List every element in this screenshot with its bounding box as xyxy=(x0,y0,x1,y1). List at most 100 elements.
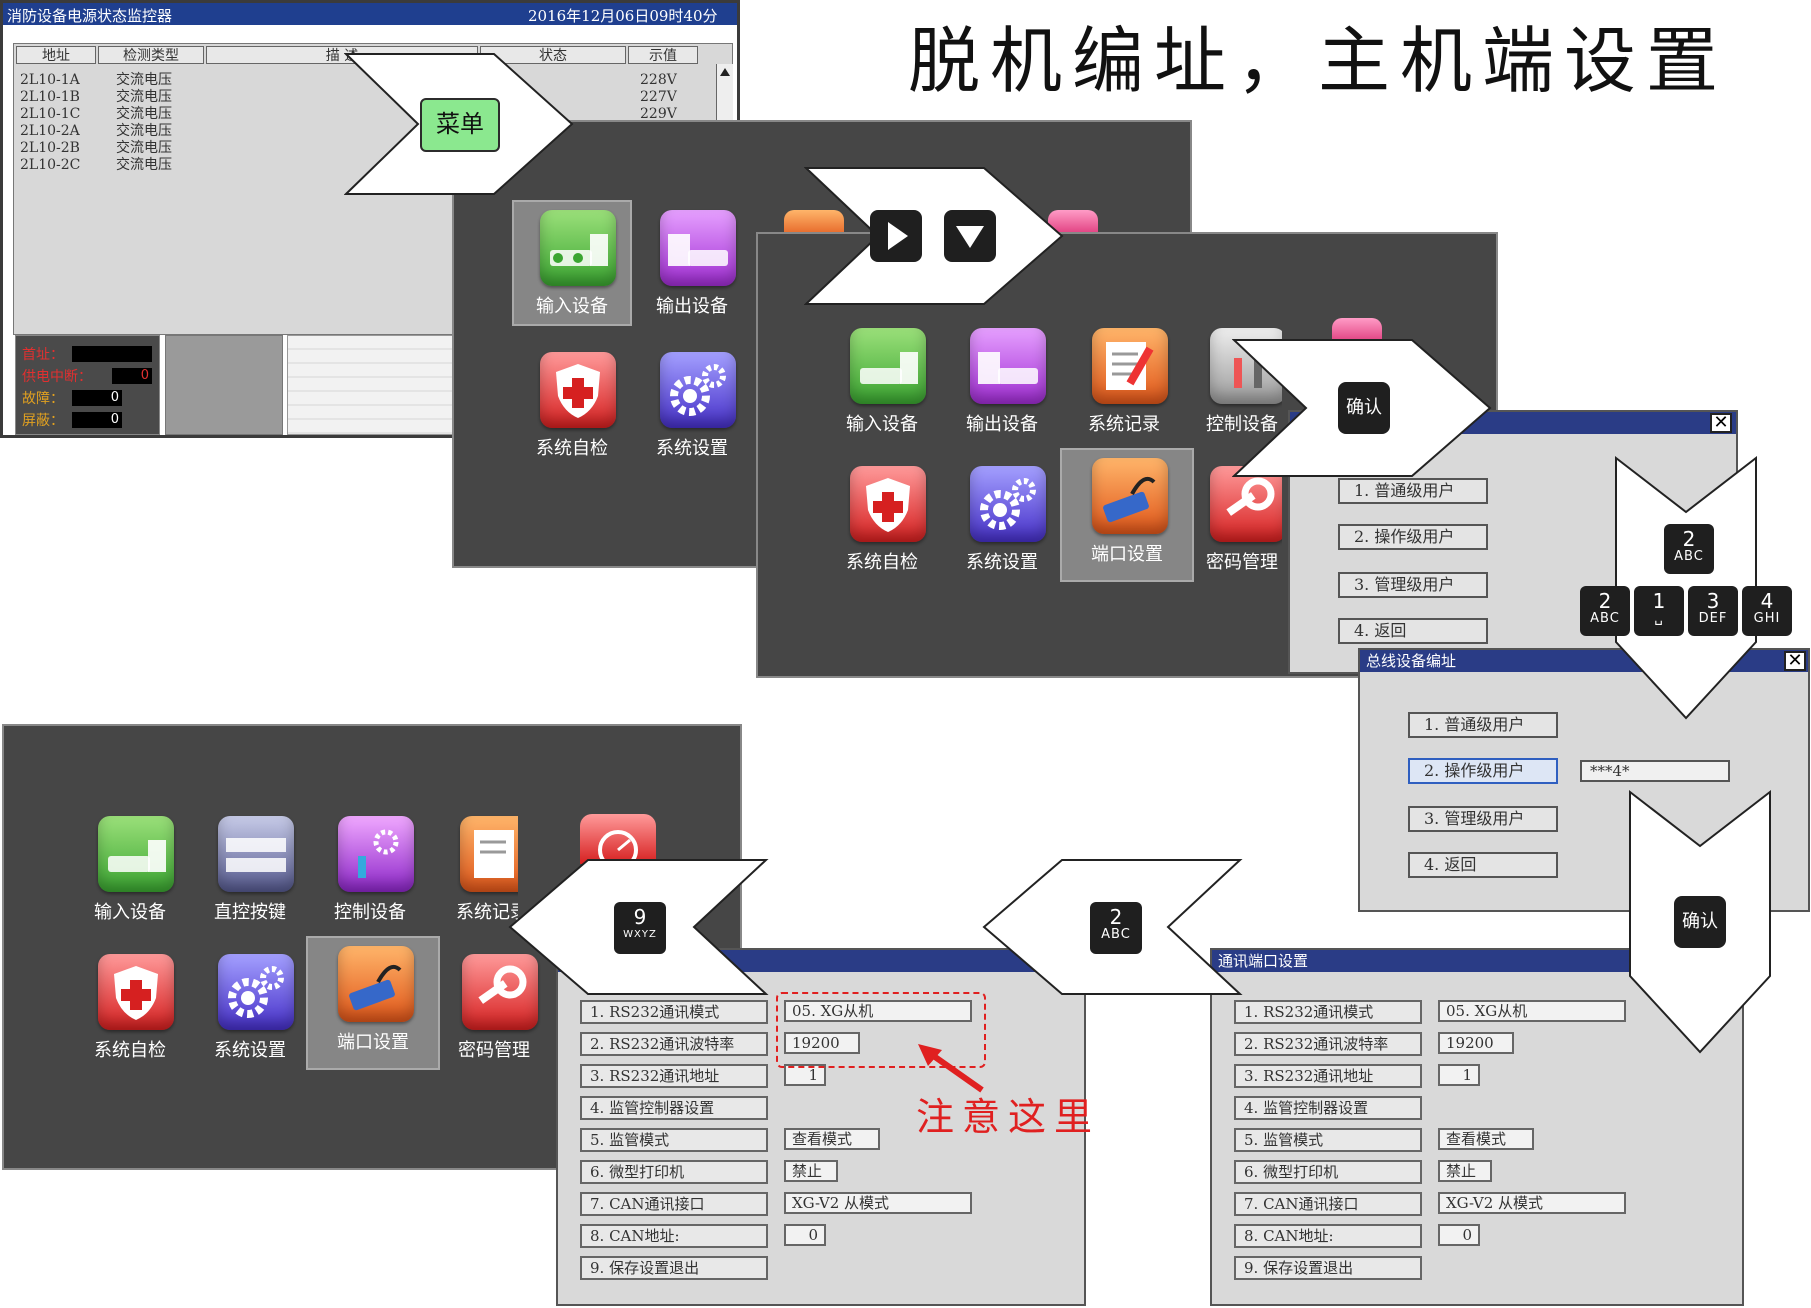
setting-can-interface[interactable]: 7. CAN通讯接口 xyxy=(1234,1192,1422,1216)
setting-supervision-mode[interactable]: 5. 监管模式 xyxy=(1234,1128,1422,1152)
option-return[interactable]: 4. 返回 xyxy=(1408,852,1558,878)
tile-self-check[interactable]: 系统自检 xyxy=(822,456,942,582)
tile-control-device[interactable]: 控制设备 xyxy=(310,806,430,932)
port-icon xyxy=(338,946,414,1022)
down-button[interactable] xyxy=(944,210,996,262)
first-addr-label: 首址： xyxy=(22,347,64,363)
power-label: 供电中断： xyxy=(22,369,92,385)
tile-label: 端口设置 xyxy=(337,1032,409,1053)
tile-output-device[interactable]: 输出设备 xyxy=(632,200,752,326)
setting-supervision-mode[interactable]: 5. 监管模式 xyxy=(580,1128,768,1152)
tile-input-device[interactable]: 输入设备 xyxy=(512,200,632,326)
setting-printer[interactable]: 6. 微型打印机 xyxy=(1234,1160,1422,1184)
tile-label: 控制设备 xyxy=(334,902,406,923)
key-2[interactable]: 2 ABC xyxy=(1090,902,1142,954)
setting-can-interface[interactable]: 7. CAN通讯接口 xyxy=(580,1192,768,1216)
tile-system-record[interactable]: 系统记录 xyxy=(1064,318,1184,444)
value-can-interface[interactable]: XG-V2 从模式 xyxy=(784,1192,972,1214)
value-rs232-baud[interactable]: 19200 xyxy=(1438,1032,1514,1054)
setting-save-exit[interactable]: 9. 保存设置退出 xyxy=(580,1256,768,1280)
tile-label: 系统记录 xyxy=(1088,414,1160,435)
status-panel: 首址： 供电中断： 0 故障： 0 屏蔽： 0 xyxy=(15,335,160,435)
table-row: 2L10-1C 交流电压 xyxy=(20,106,172,122)
tile-system-record[interactable]: 系统记录 xyxy=(432,806,518,932)
key-1[interactable]: 1 ␣ xyxy=(1634,586,1684,636)
setting-printer[interactable]: 6. 微型打印机 xyxy=(580,1160,768,1184)
tile-label: 直控按键 xyxy=(214,902,286,923)
input-device-icon xyxy=(540,210,616,286)
tile-port-settings[interactable]: 端口设置 xyxy=(306,936,440,1070)
value-rs232-addr[interactable]: 1 xyxy=(1438,1064,1480,1086)
tile-input-device[interactable]: 输入设备 xyxy=(822,318,942,444)
value-rs232-mode[interactable]: 05. XG从机 xyxy=(1438,1000,1626,1022)
tile-label: 密码管理 xyxy=(458,1040,530,1061)
tile-direct-keys[interactable]: 直控按键 xyxy=(190,806,310,932)
setting-rs232-addr[interactable]: 3. RS232通讯地址 xyxy=(1234,1064,1422,1088)
tile-label: 系统自检 xyxy=(846,552,918,573)
close-icon[interactable]: ✕ xyxy=(1710,413,1732,433)
value-can-interface[interactable]: XG-V2 从模式 xyxy=(1438,1192,1626,1214)
key-4[interactable]: 4 GHI xyxy=(1742,586,1792,636)
password-input[interactable]: ***4* xyxy=(1580,760,1730,782)
option-normal-user[interactable]: 1. 普通级用户 xyxy=(1338,478,1488,504)
setting-rs232-baud[interactable]: 2. RS232通讯波特率 xyxy=(580,1032,768,1056)
arrow-right-icon xyxy=(804,167,1064,305)
option-admin-user[interactable]: 3. 管理级用户 xyxy=(1338,572,1488,598)
value-can-addr[interactable]: 0 xyxy=(784,1224,826,1246)
play-button[interactable] xyxy=(870,210,922,262)
confirm-button[interactable]: 确认 xyxy=(1674,896,1726,948)
tile-input-device[interactable]: 输入设备 xyxy=(70,806,190,932)
tile-system-settings[interactable]: 系统设置 xyxy=(632,342,752,468)
key-2[interactable]: 2 ABC xyxy=(1664,524,1714,574)
option-operator-user[interactable]: 2. 操作级用户 xyxy=(1338,524,1488,550)
value-printer[interactable]: 禁止 xyxy=(784,1160,838,1182)
tile-label: 系统自检 xyxy=(94,1040,166,1061)
option-operator-user[interactable]: 2. 操作级用户 xyxy=(1408,758,1558,784)
table-row: 2L10-1B 交流电压 xyxy=(20,89,172,105)
option-normal-user[interactable]: 1. 普通级用户 xyxy=(1408,712,1558,738)
menu-button[interactable]: 菜单 xyxy=(420,98,500,152)
tile-self-check[interactable]: 系统自检 xyxy=(70,944,190,1070)
option-admin-user[interactable]: 3. 管理级用户 xyxy=(1408,806,1558,832)
tile-system-settings[interactable]: 系统设置 xyxy=(190,944,310,1070)
close-icon[interactable]: ✕ xyxy=(1784,651,1806,671)
value-supervision-mode[interactable]: 查看模式 xyxy=(784,1128,880,1150)
monitor-title: 消防设备电源状态监控器 xyxy=(7,7,173,25)
setting-save-exit[interactable]: 9. 保存设置退出 xyxy=(1234,1256,1422,1280)
fault-label: 故障： xyxy=(22,391,64,407)
shield-icon xyxy=(98,954,174,1030)
annotation-text: 注意这里 xyxy=(916,1095,1101,1139)
value-can-addr[interactable]: 0 xyxy=(1438,1224,1480,1246)
tile-self-check[interactable]: 系统自检 xyxy=(512,342,632,468)
setting-rs232-addr[interactable]: 3. RS232通讯地址 xyxy=(580,1064,768,1088)
option-return[interactable]: 4. 返回 xyxy=(1338,618,1488,644)
tile-system-settings[interactable]: 系统设置 xyxy=(942,456,1062,582)
key-3[interactable]: 3 DEF xyxy=(1688,586,1738,636)
fault-value: 0 xyxy=(72,390,122,406)
value-supervision-mode[interactable]: 查看模式 xyxy=(1438,1128,1534,1150)
setting-supervisor[interactable]: 4. 监管控制器设置 xyxy=(580,1096,768,1120)
tile-output-device[interactable]: 输出设备 xyxy=(942,318,1062,444)
play-icon xyxy=(888,222,908,250)
input-device-icon xyxy=(98,816,174,892)
tile-label: 密码管理 xyxy=(1206,552,1278,573)
scroll-up-icon xyxy=(720,68,730,76)
tile-port-settings[interactable]: 端口设置 xyxy=(1060,448,1194,582)
confirm-button[interactable]: 确认 xyxy=(1338,382,1390,434)
output-device-icon xyxy=(970,328,1046,404)
col-header-type: 检测类型 xyxy=(98,46,204,64)
setting-supervisor[interactable]: 4. 监管控制器设置 xyxy=(1234,1096,1422,1120)
setting-can-addr[interactable]: 8. CAN地址: xyxy=(1234,1224,1422,1248)
key-2[interactable]: 2 ABC xyxy=(1580,586,1630,636)
setting-can-addr[interactable]: 8. CAN地址: xyxy=(580,1224,768,1248)
record-icon xyxy=(1092,328,1168,404)
first-addr-value xyxy=(72,346,152,362)
setting-rs232-baud[interactable]: 2. RS232通讯波特率 xyxy=(1234,1032,1422,1056)
setting-rs232-mode[interactable]: 1. RS232通讯模式 xyxy=(580,1000,768,1024)
setting-rs232-mode[interactable]: 1. RS232通讯模式 xyxy=(1234,1000,1422,1024)
key-9[interactable]: 9 WXYZ xyxy=(614,902,666,954)
monitor-datetime: 2016年12月06日09时40分 xyxy=(528,7,718,25)
row-value: 228V xyxy=(640,72,677,88)
down-icon xyxy=(956,226,984,248)
value-printer[interactable]: 禁止 xyxy=(1438,1160,1492,1182)
